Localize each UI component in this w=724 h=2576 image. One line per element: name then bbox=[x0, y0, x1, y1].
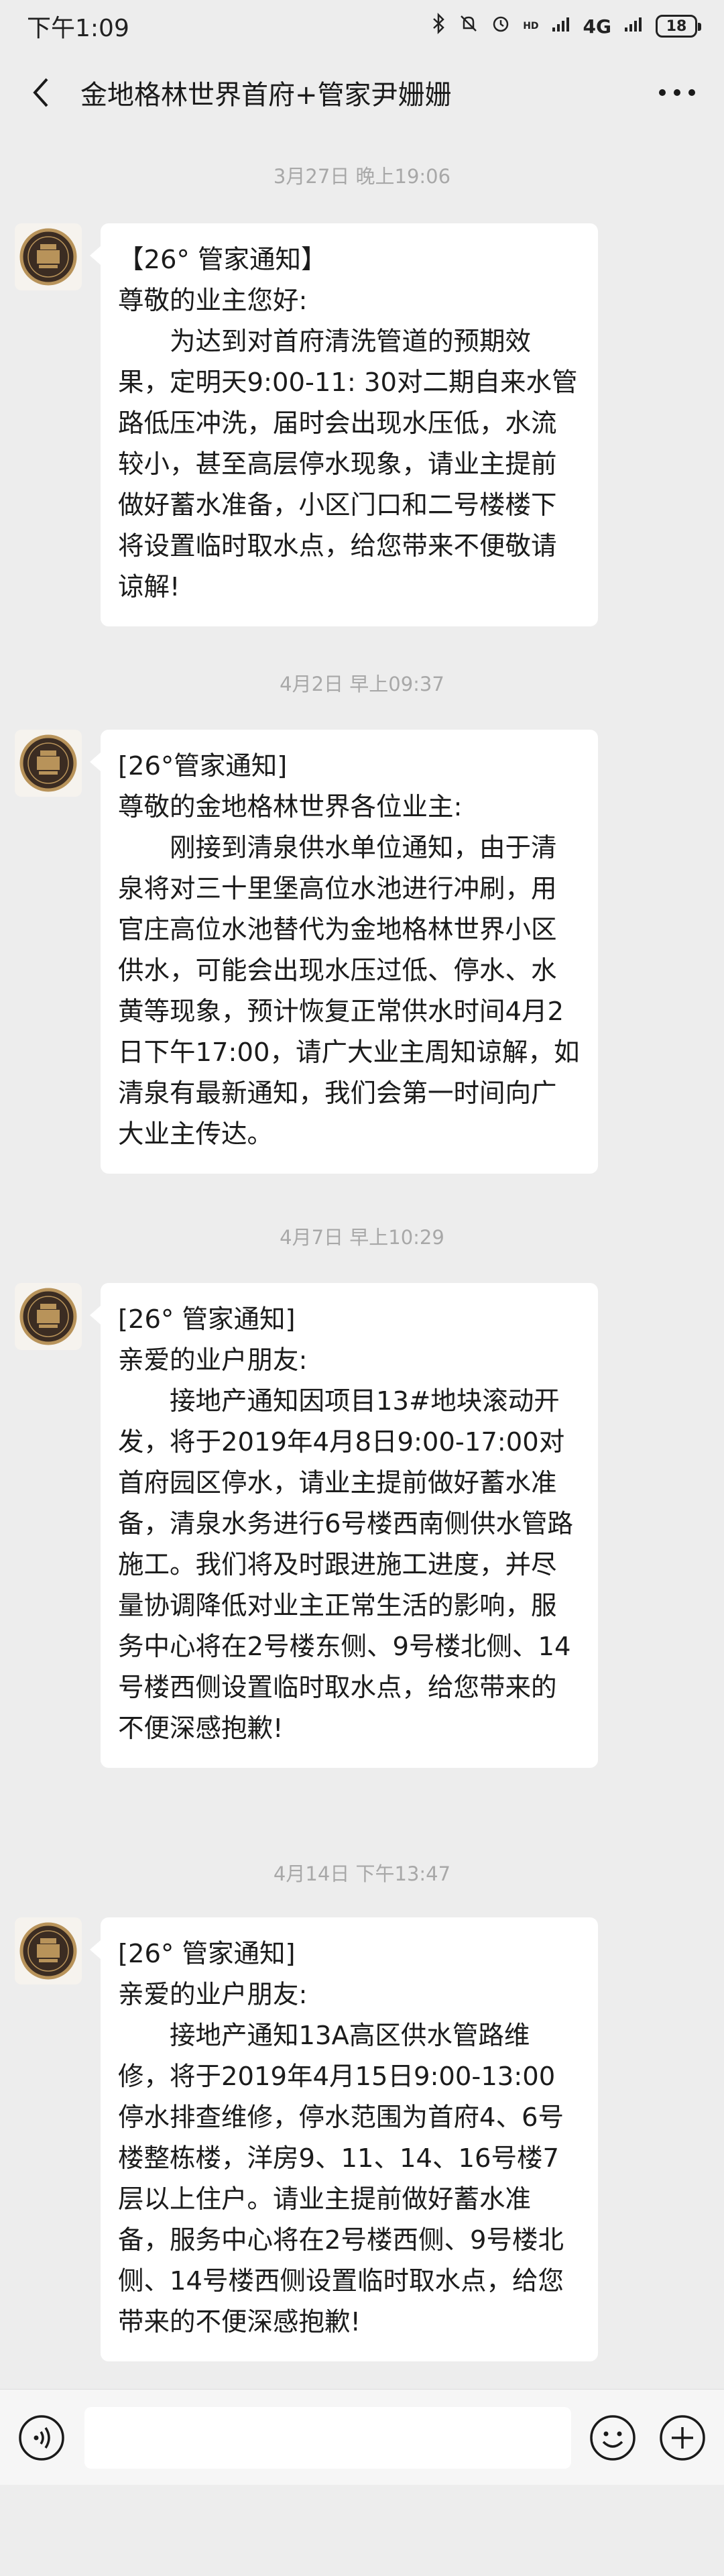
butler-logo-icon bbox=[19, 1922, 77, 1980]
avatar[interactable] bbox=[15, 1917, 82, 1984]
network-type: 4G bbox=[583, 15, 611, 38]
chat-input-bar bbox=[0, 2389, 724, 2485]
avatar[interactable] bbox=[15, 1283, 82, 1350]
notice-title: [26°管家通知] bbox=[118, 751, 288, 781]
back-icon[interactable] bbox=[20, 72, 60, 113]
hd-icon: HD bbox=[523, 21, 539, 32]
message-timestamp: 4月14日 下午13:47 bbox=[273, 1862, 451, 1885]
chat-title: 金地格林世界首府+管家尹姗姗 bbox=[80, 80, 452, 111]
notice-title: [26° 管家通知] bbox=[118, 1939, 296, 1969]
butler-logo-icon bbox=[19, 734, 77, 792]
emoji-icon[interactable] bbox=[589, 2414, 637, 2462]
greeting: 尊敬的金地格林世界各位业主: bbox=[118, 792, 463, 822]
message-bubble[interactable]: [26° 管家通知] 亲爱的业户朋友: 接地产通知13A高区供水管路维修，将于2… bbox=[90, 1917, 598, 2361]
greeting: 亲爱的业户朋友: bbox=[118, 1345, 308, 1376]
mute-icon bbox=[459, 13, 479, 39]
more-options-icon[interactable] bbox=[650, 72, 704, 113]
voice-input-icon[interactable] bbox=[17, 2414, 66, 2462]
status-time: 下午1:09 bbox=[27, 15, 129, 42]
message-timestamp: 4月2日 早上09:37 bbox=[280, 673, 444, 695]
chat-header: 金地格林世界首府+管家尹姗姗 bbox=[0, 52, 724, 133]
message-bubble[interactable]: [26°管家通知] 尊敬的金地格林世界各位业主: 刚接到清泉供水单位通知，由于清… bbox=[90, 730, 598, 1174]
message-bubble[interactable]: 【26° 管家通知】 尊敬的业主您好: 为达到对首府清洗管道的预期效果，定明天9… bbox=[90, 223, 598, 626]
notice-title: [26° 管家通知] bbox=[118, 1304, 296, 1335]
message-bubble[interactable]: [26° 管家通知] 亲爱的业户朋友: 接地产通知因项目13#地块滚动开发，将于… bbox=[90, 1283, 598, 1768]
alarm-icon bbox=[491, 13, 511, 39]
message-timestamp: 3月27日 晚上19:06 bbox=[273, 165, 451, 188]
signal-icon-2 bbox=[623, 15, 644, 38]
message-timestamp: 4月7日 早上10:29 bbox=[280, 1226, 444, 1249]
message-body: 为达到对首府清洗管道的预期效果，定明天9:00-11: 30对二期自来水管路低压… bbox=[118, 327, 578, 602]
butler-logo-icon bbox=[19, 1288, 77, 1345]
status-bar: 下午1:09 HD 4G 18 bbox=[0, 0, 724, 52]
avatar[interactable] bbox=[15, 730, 82, 797]
bluetooth-icon bbox=[432, 12, 446, 40]
notice-title: 【26° 管家通知】 bbox=[118, 245, 327, 275]
message-input[interactable] bbox=[84, 2407, 571, 2469]
message-body: 刚接到清泉供水单位通知，由于清泉将对三十里堡高位水池进行冲刷，用官庄高位水池替代… bbox=[118, 833, 580, 1150]
battery-icon: 18 bbox=[656, 15, 701, 38]
greeting: 亲爱的业户朋友: bbox=[118, 1980, 308, 2010]
status-icons: HD 4G 18 bbox=[432, 12, 701, 40]
plus-icon[interactable] bbox=[658, 2414, 707, 2462]
avatar[interactable] bbox=[15, 223, 82, 290]
greeting: 尊敬的业主您好: bbox=[118, 286, 308, 316]
signal-icon bbox=[551, 15, 571, 38]
message-body: 接地产通知13A高区供水管路维修，将于2019年4月15日9:00-13:00停… bbox=[118, 2021, 564, 2337]
message-body: 接地产通知因项目13#地块滚动开发，将于2019年4月8日9:00-17:00对… bbox=[118, 1386, 573, 1744]
butler-logo-icon bbox=[19, 228, 77, 286]
